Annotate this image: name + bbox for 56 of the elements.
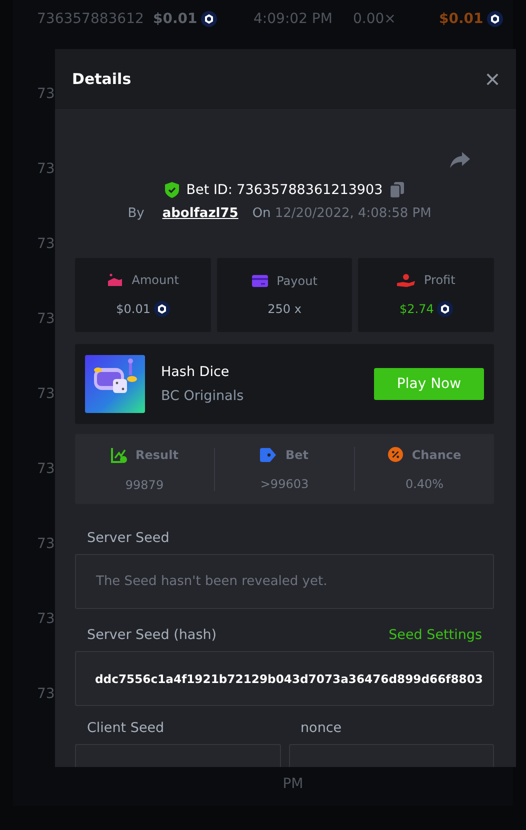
seed-settings-link[interactable]: Seed Settings	[388, 627, 482, 643]
bet-id-cell: 73	[37, 460, 55, 476]
outcome-label: Chance	[412, 448, 462, 462]
seed-message: The Seed hasn't been revealed yet.	[96, 574, 328, 589]
time-cell: 4:09:02 PM	[254, 10, 332, 26]
game-provider: BC Originals	[161, 388, 245, 404]
share-icon[interactable]	[450, 152, 470, 168]
stat-label: Payout	[276, 274, 318, 288]
stat-label: Profit	[424, 273, 456, 287]
coin-icon	[487, 10, 504, 26]
outcome-label: Result	[136, 448, 178, 462]
game-name: Hash Dice	[161, 364, 230, 380]
field-label: Server Seed (hash)	[87, 627, 217, 643]
by-label: By	[128, 206, 144, 221]
tag-icon	[260, 448, 276, 462]
username-link[interactable]: abolfazl75	[162, 206, 238, 221]
percent-icon	[388, 447, 403, 462]
server-seed-hash-field[interactable]: ddc7556c1a4f1921b72129b043d7073a36476d899d66f8803	[75, 651, 494, 706]
coin-icon	[154, 301, 170, 317]
outcome-label: Bet	[285, 448, 309, 462]
outcome-value: >99603	[260, 476, 309, 490]
field-label: Client Seed	[87, 720, 164, 736]
field-label: nonce	[300, 720, 342, 736]
hand-person-icon	[397, 273, 416, 287]
bet-id-cell: 73	[37, 386, 55, 402]
bet-date: 12/20/2022, 4:08:58 PM	[274, 206, 432, 221]
on-label: On	[252, 206, 271, 221]
stat-value: 250 x	[268, 302, 302, 316]
outcome-value: 99879	[125, 478, 164, 492]
dialog-title: Details	[72, 70, 132, 88]
outcome-value: 0.40%	[405, 477, 444, 491]
field-label: Server Seed	[87, 530, 170, 546]
coin-icon	[436, 301, 453, 317]
profit-cell: $0.01	[439, 10, 484, 26]
bet-id-cell: 73	[37, 610, 55, 626]
stat-value: $2.74	[400, 302, 434, 316]
bet-id-cell: 73	[37, 536, 55, 552]
chart-check-icon	[110, 446, 127, 462]
bet-id-cell: 73	[37, 686, 55, 702]
bet-id-cell: 736357883612	[37, 10, 144, 26]
time-cell: PM	[282, 776, 304, 792]
shield-check-icon	[165, 182, 180, 198]
bet-id-cell: 73	[37, 86, 55, 102]
bet-id-cell: 73	[37, 310, 55, 326]
amount-cell: $0.01	[153, 10, 198, 26]
bet-id: Bet ID: 73635788361213903	[186, 182, 383, 198]
payout-cell: 0.00×	[353, 10, 396, 26]
stat-label: Amount	[132, 273, 179, 287]
bet-id-cell: 73	[37, 236, 55, 252]
close-button[interactable]: ×	[484, 66, 500, 92]
copy-icon[interactable]	[390, 182, 404, 198]
bet-id-cell: 73	[37, 160, 55, 176]
coin-icon	[201, 10, 218, 26]
stat-value: $0.01	[116, 302, 151, 316]
card-icon	[252, 275, 268, 287]
seed-hash: ddc7556c1a4f1921b72129b043d7073a36476d899d66f8803	[95, 672, 483, 686]
